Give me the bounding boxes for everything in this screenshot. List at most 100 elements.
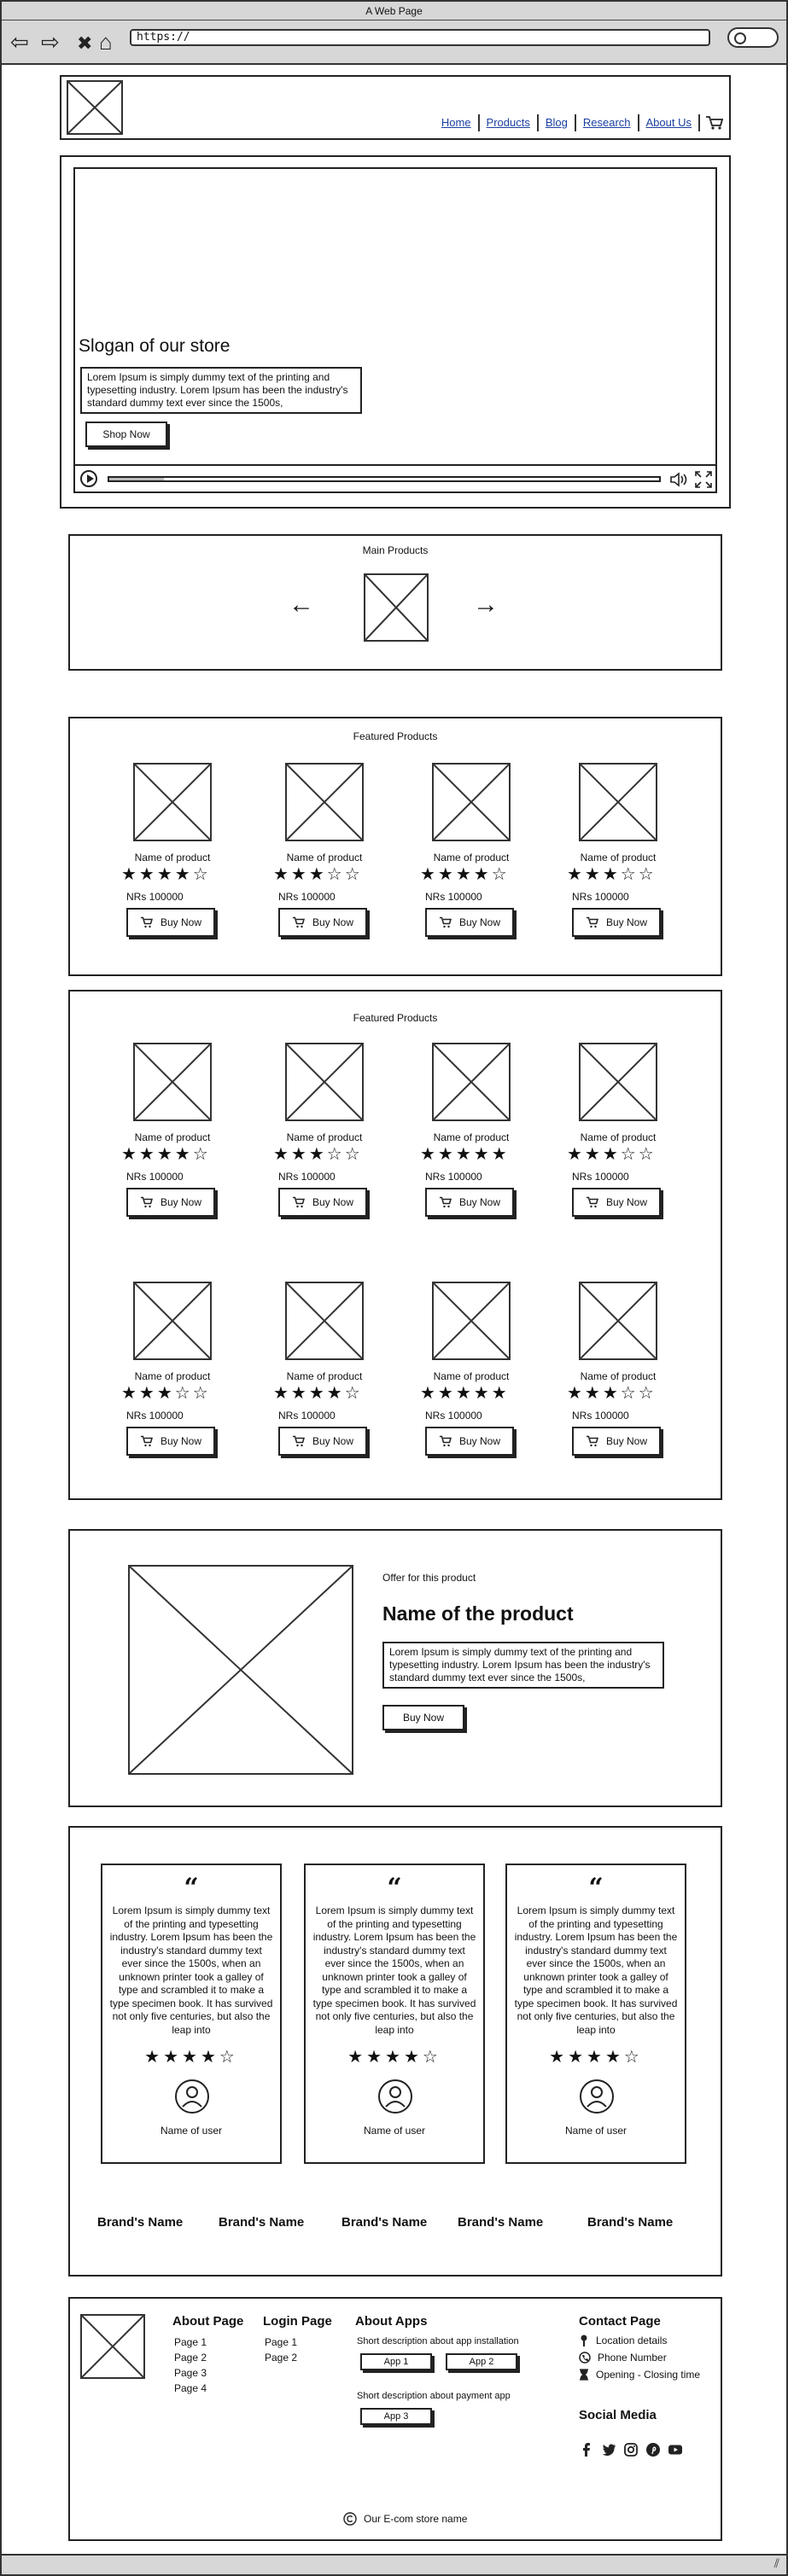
product-image[interactable] xyxy=(285,1282,364,1360)
product-card: Name of product ★★★☆☆ NRs 100000 Buy Now xyxy=(273,1043,389,1236)
buy-now-label: Buy Now xyxy=(160,916,202,928)
product-name: Name of product xyxy=(286,1131,363,1143)
buy-now-label: Buy Now xyxy=(312,1435,354,1447)
volume-icon[interactable] xyxy=(669,471,690,488)
payment-app-description: Short description about payment app xyxy=(357,2391,511,2401)
play-icon[interactable] xyxy=(80,470,97,487)
nav-about-us[interactable]: About Us xyxy=(639,114,700,131)
hero-video[interactable]: Slogan of our store Lorem Ipsum is simpl… xyxy=(73,167,717,493)
resize-grip-icon[interactable]: ⫽ xyxy=(774,2556,779,2571)
brand-name[interactable]: Brand's Name xyxy=(219,2215,304,2230)
brand-name[interactable]: Brand's Name xyxy=(458,2215,543,2230)
app-2-button[interactable]: App 2 xyxy=(446,2353,517,2370)
buy-now-button[interactable]: Buy Now xyxy=(425,1188,514,1217)
brand-name[interactable]: Brand's Name xyxy=(341,2215,427,2230)
product-card: Name of product ★★★☆☆ NRs 100000 Buy Now xyxy=(273,763,389,956)
buy-now-button[interactable]: Buy Now xyxy=(572,1188,661,1217)
product-image[interactable] xyxy=(432,1043,511,1121)
product-name: Name of product xyxy=(286,1370,363,1382)
buy-now-button[interactable]: Buy Now xyxy=(278,908,367,937)
product-rating: ★★★☆☆ xyxy=(567,1384,657,1403)
app-3-button[interactable]: App 3 xyxy=(360,2408,432,2425)
product-image[interactable] xyxy=(579,1043,657,1121)
buy-now-button[interactable]: Buy Now xyxy=(126,1188,215,1217)
youtube-icon[interactable] xyxy=(668,2442,683,2457)
footer-link[interactable]: Page 1 xyxy=(265,2335,297,2350)
footer-link[interactable]: Page 2 xyxy=(174,2350,207,2365)
fullscreen-icon[interactable] xyxy=(695,471,712,488)
product-price: NRs 100000 xyxy=(278,1171,336,1183)
product-image[interactable] xyxy=(285,1043,364,1121)
location-pin-icon xyxy=(581,2335,587,2346)
buy-now-button[interactable]: Buy Now xyxy=(572,1427,661,1456)
copyright: Our E-com store name xyxy=(343,2512,467,2526)
forward-icon[interactable]: ⇨ xyxy=(41,31,60,53)
product-card: Name of product ★★★☆☆ NRs 100000 Buy Now xyxy=(567,1043,683,1236)
buy-now-label: Buy Now xyxy=(312,1196,354,1208)
brand-name[interactable]: Brand's Name xyxy=(97,2215,183,2230)
offer-product-image[interactable] xyxy=(128,1565,353,1775)
user-avatar-icon xyxy=(378,2079,412,2114)
offer-buy-now-button[interactable]: Buy Now xyxy=(382,1705,464,1730)
nav-blog[interactable]: Blog xyxy=(539,114,576,131)
nav-home[interactable]: Home xyxy=(435,114,480,131)
cart-icon xyxy=(140,1435,153,1447)
home-icon[interactable]: ⌂ xyxy=(99,31,113,53)
product-card: Name of product ★★★★☆ NRs 100000 Buy Now xyxy=(121,763,237,956)
hero-description: Lorem Ipsum is simply dummy text of the … xyxy=(80,367,362,414)
app-1-button[interactable]: App 1 xyxy=(360,2353,432,2370)
testimonial-text: Lorem Ipsum is simply dummy text of the … xyxy=(312,1904,476,2036)
buy-now-button[interactable]: Buy Now xyxy=(126,1427,215,1456)
product-name: Name of product xyxy=(134,852,211,864)
product-image[interactable] xyxy=(285,763,364,841)
shop-now-button[interactable]: Shop Now xyxy=(85,422,167,447)
product-image[interactable] xyxy=(579,1282,657,1360)
main-products-title: Main Products xyxy=(362,544,429,556)
buy-now-button[interactable]: Buy Now xyxy=(425,1427,514,1456)
product-image[interactable] xyxy=(133,1282,212,1360)
footer-link[interactable]: Page 4 xyxy=(174,2381,207,2396)
testimonial-rating: ★★★★☆ xyxy=(347,2048,441,2067)
video-progress-bar[interactable] xyxy=(108,476,661,482)
buy-now-button[interactable]: Buy Now xyxy=(126,908,215,937)
cart-icon xyxy=(586,916,598,928)
buy-now-button[interactable]: Buy Now xyxy=(278,1427,367,1456)
nav-products[interactable]: Products xyxy=(480,114,539,131)
main-product-image[interactable] xyxy=(364,573,429,642)
nav-research[interactable]: Research xyxy=(576,114,639,131)
product-image[interactable] xyxy=(133,763,212,841)
product-rating: ★★★☆☆ xyxy=(567,865,657,884)
footer-about-list: Page 1 Page 2 Page 3 Page 4 xyxy=(174,2335,207,2396)
product-rating: ★★★★★ xyxy=(420,1145,510,1164)
url-input[interactable]: https:// xyxy=(130,29,710,46)
testimonial-card: “Lorem Ipsum is simply dummy text of the… xyxy=(505,1864,686,2164)
facebook-icon[interactable] xyxy=(579,2442,594,2457)
buy-now-button[interactable]: Buy Now xyxy=(425,908,514,937)
window-status-bar: ⫽ xyxy=(2,2554,786,2574)
testimonial-text: Lorem Ipsum is simply dummy text of the … xyxy=(109,1904,273,2036)
prev-arrow-icon[interactable]: ← xyxy=(289,592,314,618)
close-icon[interactable]: ✖ xyxy=(77,32,92,55)
product-image[interactable] xyxy=(133,1043,212,1121)
next-arrow-icon[interactable]: → xyxy=(473,592,499,618)
product-name: Name of product xyxy=(433,1370,510,1382)
cart-icon[interactable] xyxy=(705,115,724,131)
search-icon[interactable] xyxy=(727,27,779,48)
twitter-icon[interactable] xyxy=(601,2442,616,2457)
site-footer: About Page Page 1 Page 2 Page 3 Page 4 L… xyxy=(68,2297,722,2541)
offer-section: Offer for this product Name of the produ… xyxy=(68,1529,722,1807)
brand-name[interactable]: Brand's Name xyxy=(587,2215,673,2230)
footer-link[interactable]: Page 2 xyxy=(265,2350,297,2365)
product-image[interactable] xyxy=(432,763,511,841)
back-icon[interactable]: ⇦ xyxy=(10,31,29,53)
product-rating: ★★★☆☆ xyxy=(273,865,363,884)
instagram-icon[interactable] xyxy=(623,2442,639,2457)
product-image[interactable] xyxy=(432,1282,511,1360)
footer-link[interactable]: Page 1 xyxy=(174,2335,207,2350)
pinterest-icon[interactable] xyxy=(645,2442,661,2457)
buy-now-button[interactable]: Buy Now xyxy=(572,908,661,937)
buy-now-button[interactable]: Buy Now xyxy=(278,1188,367,1217)
buy-now-label: Buy Now xyxy=(605,1435,648,1447)
product-image[interactable] xyxy=(579,763,657,841)
footer-link[interactable]: Page 3 xyxy=(174,2365,207,2381)
